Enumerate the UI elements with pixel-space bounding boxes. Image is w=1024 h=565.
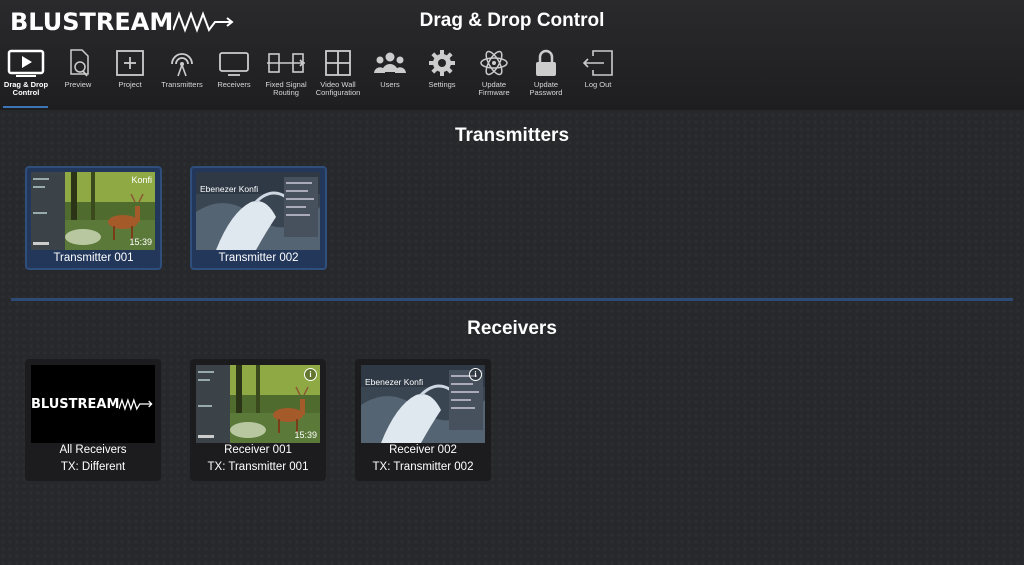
nav-fixed-signal-routing[interactable]: Fixed Signal Routing bbox=[260, 46, 312, 108]
nav-drag-drop-control[interactable]: Drag & Drop Control bbox=[0, 46, 52, 108]
nav-label: Log Out bbox=[584, 80, 612, 89]
transmitter-name: Transmitter 001 bbox=[53, 252, 134, 264]
nav-transmitters[interactable]: Transmitters bbox=[156, 46, 208, 108]
nav-label: Users bbox=[380, 80, 400, 89]
transmitter-thumbnail: Ebenezer Konfi bbox=[196, 172, 320, 250]
nav-video-wall-configuration[interactable]: Video Wall Configuration bbox=[312, 46, 364, 108]
nav-update-password[interactable]: Update Password bbox=[520, 46, 572, 108]
nav-label-line2: Password bbox=[529, 88, 563, 97]
nav-label: Preview bbox=[64, 80, 92, 89]
receivers-heading: Receivers bbox=[467, 318, 557, 339]
transmitter-tile-001[interactable]: Konfi 15:39 Transmitter 001 bbox=[25, 166, 162, 270]
grid-icon bbox=[325, 50, 351, 76]
receiver-thumbnail: Ebenezer Konfi i bbox=[361, 365, 485, 443]
page-title: Drag & Drop Control bbox=[419, 10, 605, 31]
receiver-thumbnail: BLUSTREAM bbox=[31, 365, 155, 443]
nav-label-line2: Configuration bbox=[315, 88, 361, 97]
project-plus-icon bbox=[116, 50, 144, 76]
nav-users[interactable]: Users bbox=[364, 46, 416, 108]
lock-icon bbox=[536, 49, 556, 76]
receiver-tile-002[interactable]: Ebenezer Konfi i Receiver 002 TX: Transm… bbox=[355, 359, 491, 481]
users-icon bbox=[374, 52, 406, 73]
nav-label: Project bbox=[118, 80, 142, 89]
preview-doc-icon bbox=[70, 49, 89, 77]
atom-icon bbox=[480, 50, 508, 76]
receiver-name: Receiver 001 bbox=[224, 444, 292, 456]
nav-label-line2: Firmware bbox=[478, 88, 510, 97]
nav-project[interactable]: Project bbox=[104, 46, 156, 108]
nav-label: Receivers bbox=[217, 80, 251, 89]
receiver-tx-source: TX: Transmitter 001 bbox=[207, 461, 309, 473]
nav-log-out[interactable]: Log Out bbox=[572, 46, 624, 108]
transmitter-name: Transmitter 002 bbox=[218, 252, 299, 264]
receiver-tx-source: TX: Transmitter 002 bbox=[372, 461, 474, 473]
thumbnail-caption: Ebenezer Konfi bbox=[365, 377, 424, 387]
antenna-icon bbox=[171, 53, 193, 77]
receiver-name: All Receivers bbox=[59, 444, 127, 456]
thumbnail-time: 15:39 bbox=[129, 237, 152, 247]
nav-label-line2: Control bbox=[12, 88, 40, 97]
info-icon[interactable]: i bbox=[469, 368, 482, 381]
receiver-tile-all[interactable]: BLUSTREAM All Receivers TX: Different bbox=[25, 359, 161, 481]
nav-update-firmware[interactable]: Update Firmware bbox=[468, 46, 520, 108]
receiver-name: Receiver 002 bbox=[389, 444, 457, 456]
info-icon[interactable]: i bbox=[304, 368, 317, 381]
receiver-tile-001[interactable]: 15:39 i Receiver 001 TX: Transmitter 001 bbox=[190, 359, 326, 481]
nav-preview[interactable]: Preview bbox=[52, 46, 104, 108]
thumbnail-caption: Konfi bbox=[131, 175, 152, 185]
logo-wave-icon bbox=[119, 398, 153, 411]
tv-icon bbox=[219, 52, 249, 76]
active-nav-indicator bbox=[3, 106, 48, 108]
transmitter-tile-002[interactable]: Ebenezer Konfi Transmitter 002 bbox=[190, 166, 327, 270]
nav-receivers[interactable]: Receivers bbox=[208, 46, 260, 108]
transmitter-thumbnail: Konfi 15:39 bbox=[31, 172, 155, 250]
nav-settings[interactable]: Settings bbox=[416, 46, 468, 108]
blustream-logo: BLUSTREAM bbox=[31, 365, 155, 443]
thumbnail-time: 15:39 bbox=[294, 430, 317, 440]
logo-text: BLUSTREAM bbox=[31, 396, 120, 412]
transmitters-heading: Transmitters bbox=[454, 125, 570, 146]
receiver-thumbnail: 15:39 i bbox=[196, 365, 320, 443]
play-screen-icon bbox=[7, 49, 45, 77]
gear-icon bbox=[429, 50, 455, 76]
section-divider bbox=[11, 298, 1013, 301]
nav-label: Settings bbox=[428, 80, 456, 89]
logout-icon bbox=[582, 50, 613, 76]
thumbnail-caption: Ebenezer Konfi bbox=[200, 184, 259, 194]
routing-icon bbox=[267, 53, 305, 73]
nav-label-line2: Routing bbox=[273, 88, 299, 97]
nav-label: Transmitters bbox=[161, 80, 203, 89]
header: BLUSTREAM Drag & Drop Control Drag & Dro… bbox=[0, 0, 1024, 110]
receiver-tx-source: TX: Different bbox=[60, 461, 126, 473]
